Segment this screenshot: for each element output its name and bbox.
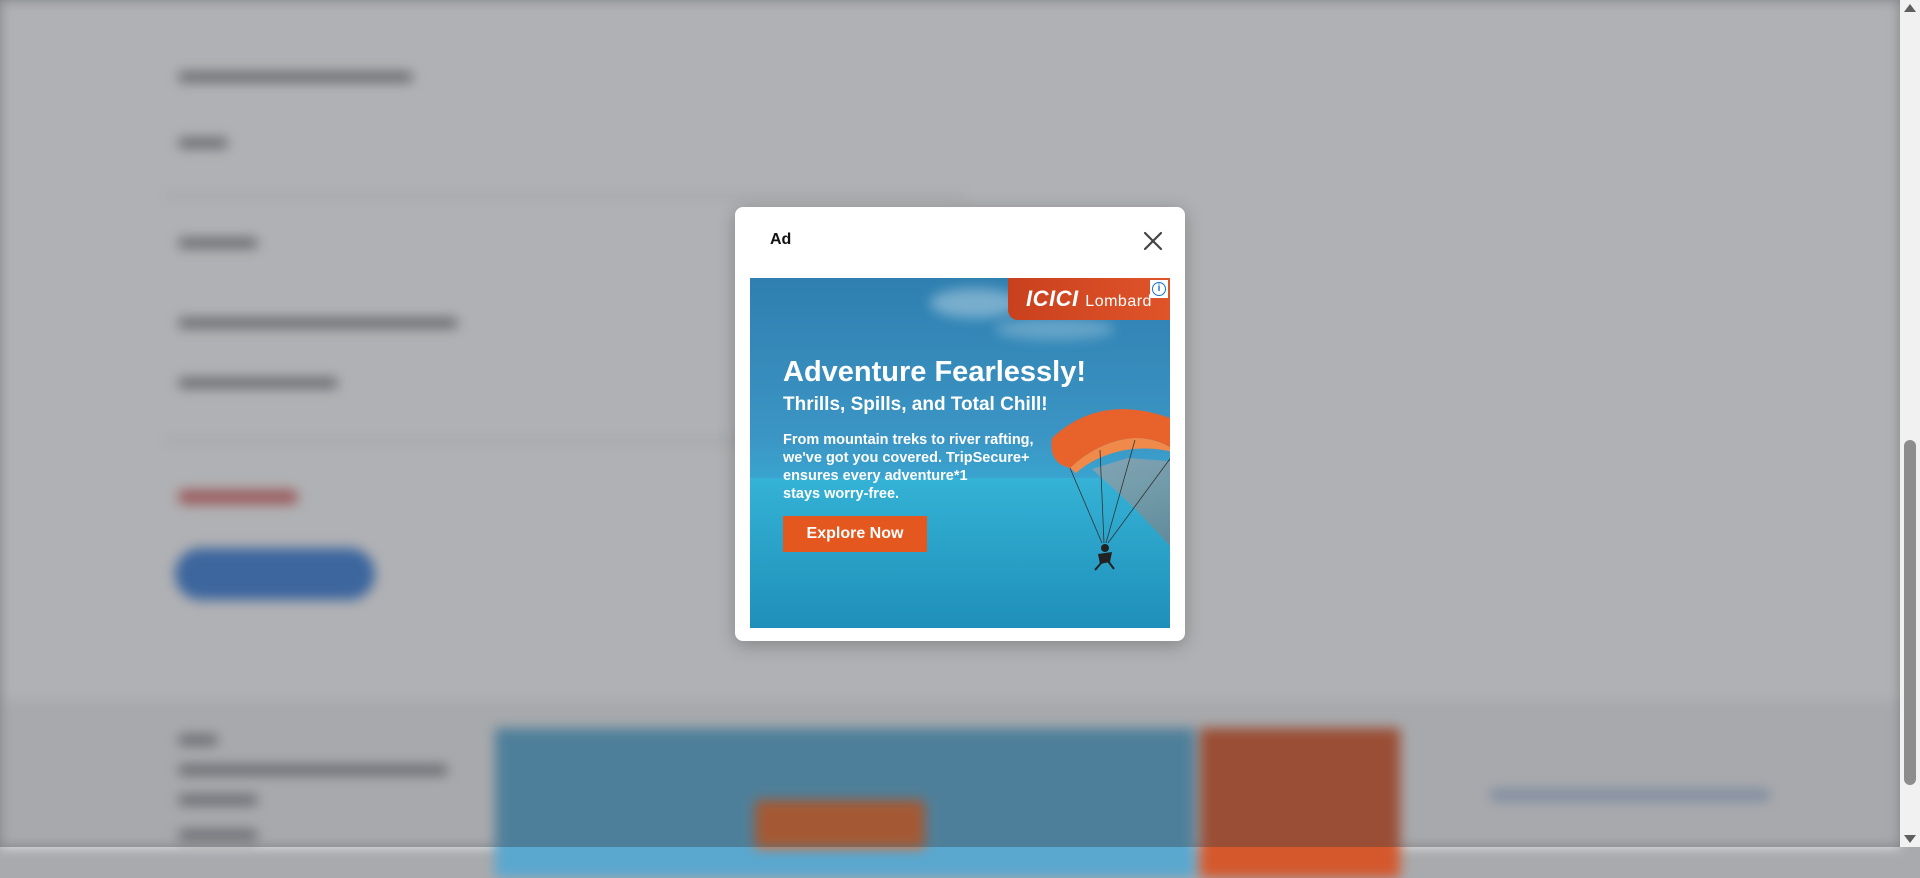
brand-name: ICICI (1026, 286, 1079, 311)
ad-creative[interactable]: ICICI Lombard i Adventure Fearlessly! Th… (750, 278, 1170, 628)
explore-now-button[interactable]: Explore Now (783, 516, 927, 552)
scroll-up-arrow-icon[interactable] (1900, 0, 1920, 16)
ad-headline: Adventure Fearlessly! (783, 356, 1087, 388)
close-icon[interactable] (1139, 227, 1167, 255)
info-icon[interactable]: i (1150, 280, 1168, 298)
ad-body-line: From mountain treks to river rafting, (783, 432, 1034, 448)
cloud (995, 318, 1115, 340)
ad-body-line: ensures every adventure*1 (783, 468, 968, 484)
paraglider-icon (1051, 409, 1170, 571)
ad-subheadline: Thrills, Spills, and Total Chill! (783, 394, 1048, 415)
brand-suffix: Lombard (1085, 293, 1152, 310)
ad-body-line: we've got you covered. TripSecure+ (783, 450, 1030, 466)
ad-body-line: stays worry-free. (783, 486, 900, 502)
ad-modal: Ad ICICI Lombard i Adventure Fearlessly!… (735, 207, 1185, 641)
scrollbar-thumb[interactable] (1904, 440, 1916, 785)
brand-logo: ICICI Lombard (1008, 278, 1170, 320)
cloud (930, 288, 1020, 318)
modal-title: Ad (770, 231, 792, 248)
scroll-down-arrow-icon[interactable] (1900, 831, 1920, 847)
page-scrollbar[interactable] (1900, 0, 1920, 847)
ad-body: From mountain treks to river rafting, we… (783, 431, 1043, 503)
